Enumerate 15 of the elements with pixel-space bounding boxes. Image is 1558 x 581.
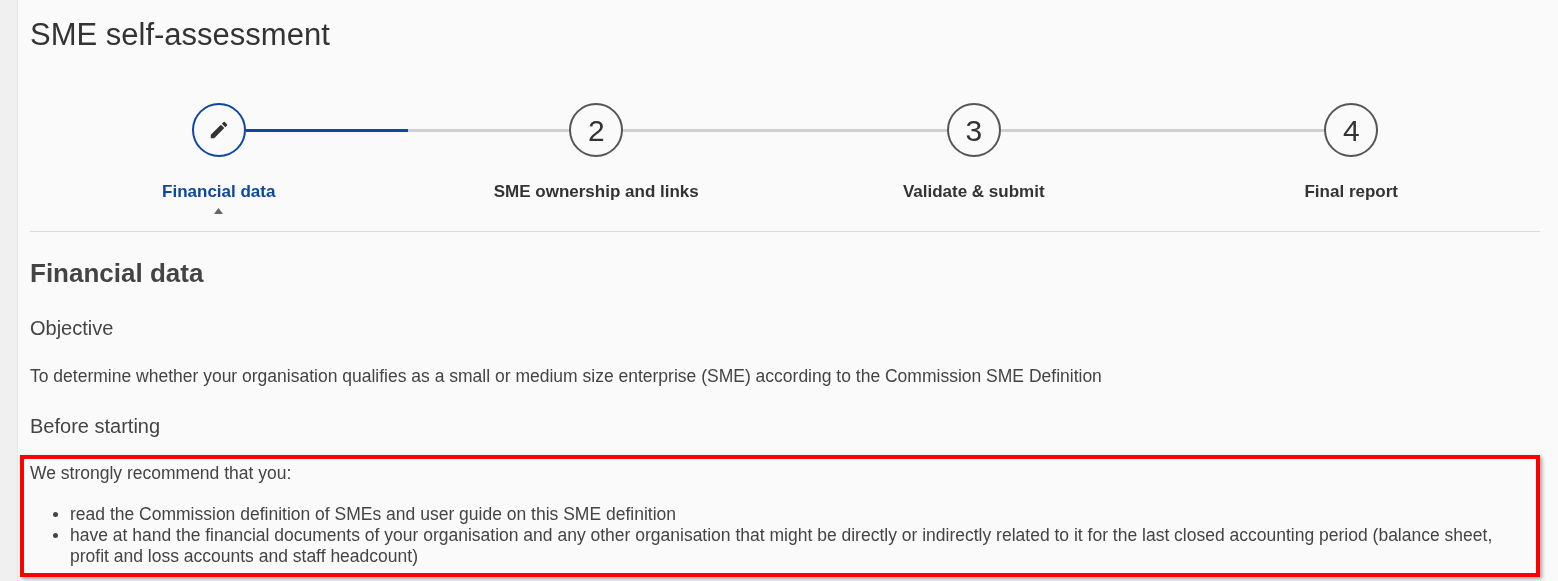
step-label[interactable]: SME ownership and links	[493, 179, 699, 205]
objective-text: To determine whether your organisation qualifies as a small or medium size enterprise (SME) according to the Commission SME Definition	[30, 364, 1103, 388]
intro-text: We strongly recommend that you:	[30, 462, 293, 484]
step-label[interactable]: Validate & submit	[902, 179, 1045, 205]
step-label[interactable]: Final report	[1304, 179, 1398, 205]
bullet-icon	[53, 532, 58, 538]
list-item-text: read the Commission definition of SMEs and user guide on this SME definition	[70, 503, 676, 525]
list-item-text: have at hand the financial documents of your organisation and any other organisation that might be directly or indirectly related to it for the last closed accounting period (balance sheet, profit and loss accounts and staff headcount)	[70, 524, 1494, 567]
objective-heading: Objective	[30, 315, 115, 341]
before-starting-heading: Before starting	[30, 413, 162, 439]
caret-icon	[214, 207, 224, 214]
step-label[interactable]: Financial data	[162, 179, 276, 205]
section-title: Financial data	[30, 256, 205, 290]
bullet-icon	[53, 511, 58, 517]
page-title: SME self-assessment	[30, 17, 331, 53]
